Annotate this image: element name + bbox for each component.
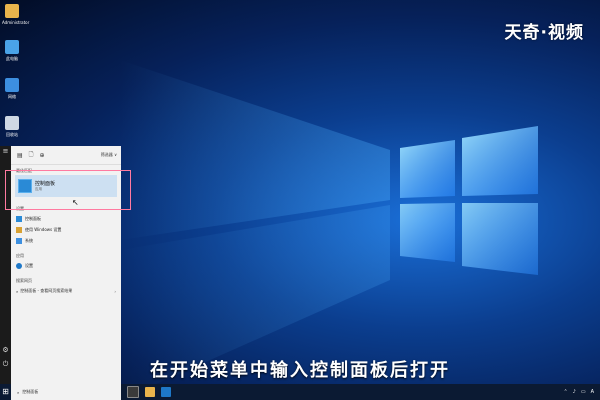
recycle-bin-icon [5,116,19,130]
power-icon[interactable]: ⏻ [0,359,11,370]
tray-chevron-icon[interactable]: ⌃ [563,389,567,395]
battery-icon[interactable]: ▭ [581,389,586,395]
settings-item[interactable]: 控制面板 [11,213,121,224]
taskbar-search-box[interactable]: ⌕ 控制面板 [11,384,121,400]
tab-web[interactable]: ⊕ [40,152,45,159]
settings-gear-icon[interactable]: ⚙ [0,345,11,356]
settings-item[interactable]: 系统 [11,235,121,246]
desktop-shortcut-label: 回收站 [6,132,18,137]
system-tray: ⌃ ♪ ▭ A [563,389,594,395]
desktop-shortcut[interactable]: 回收站 [2,116,22,137]
search-icon: ⌕ [17,389,20,395]
watermark: 天奇·视频 [504,23,584,43]
filter-dropdown[interactable]: 筛选器 ∨ [101,152,117,158]
chevron-right-icon[interactable]: › [114,289,116,294]
settings-item-label: 系统 [25,237,33,243]
settings-item-label: 控制面板 [25,215,41,221]
taskbar-search-text: 控制面板 [22,389,39,394]
settings-app-icon [16,262,22,269]
apps-item-label: 设置 [25,262,33,268]
web-search-item[interactable]: ⌕ 控制面板 - 查看网页搜索结果 › [11,285,121,297]
apps-item[interactable]: 设置 [11,260,121,271]
panel-tabs: ▤ 🗋 ⊕ 筛选器 ∨ [11,146,121,165]
desktop-shortcut-label: 此电脑 [6,56,18,61]
folder-icon [5,4,19,18]
file-explorer-icon[interactable] [145,387,155,397]
tab-all[interactable]: ▤ [17,152,23,159]
taskbar: ⊞ ⌕ 控制面板 ⌃ ♪ ▭ A [0,384,600,400]
start-button[interactable]: ⊞ [0,384,11,400]
input-method-icon[interactable]: A [591,389,594,395]
desktop-shortcut[interactable]: 此电脑 [2,40,22,61]
desktop-shortcut[interactable]: 网络 [2,78,22,99]
desktop-shortcut-label: 网络 [8,94,16,99]
search-web-header: 搜索网页 [16,278,32,283]
settings-item[interactable]: 使用 Windows 设置 [11,224,121,235]
hamburger-icon[interactable]: ≡ [0,146,11,157]
computer-icon [5,40,19,54]
settings-item-label: 使用 Windows 设置 [25,226,62,232]
web-search-label: 控制面板 - 查看网页搜索结果 [20,288,73,293]
search-icon: ⌕ [16,288,19,294]
task-view-icon[interactable] [127,386,139,398]
volume-icon[interactable]: ♪ [573,389,576,395]
mouse-cursor-icon: ↖ [72,198,79,207]
desktop-shortcut-label: Administrator [2,20,30,25]
desktop-shortcut[interactable]: Administrator [2,4,30,25]
edge-browser-icon[interactable] [161,387,171,397]
highlight-box [5,170,131,210]
network-icon [5,78,19,92]
apps-header: 应用 [16,253,24,258]
control-panel-small-icon [16,215,22,222]
windows-settings-icon [16,226,22,233]
system-icon [16,237,22,244]
video-caption: 在开始菜单中输入控制面板后打开 [150,360,450,381]
tab-documents[interactable]: 🗋 [29,150,34,160]
